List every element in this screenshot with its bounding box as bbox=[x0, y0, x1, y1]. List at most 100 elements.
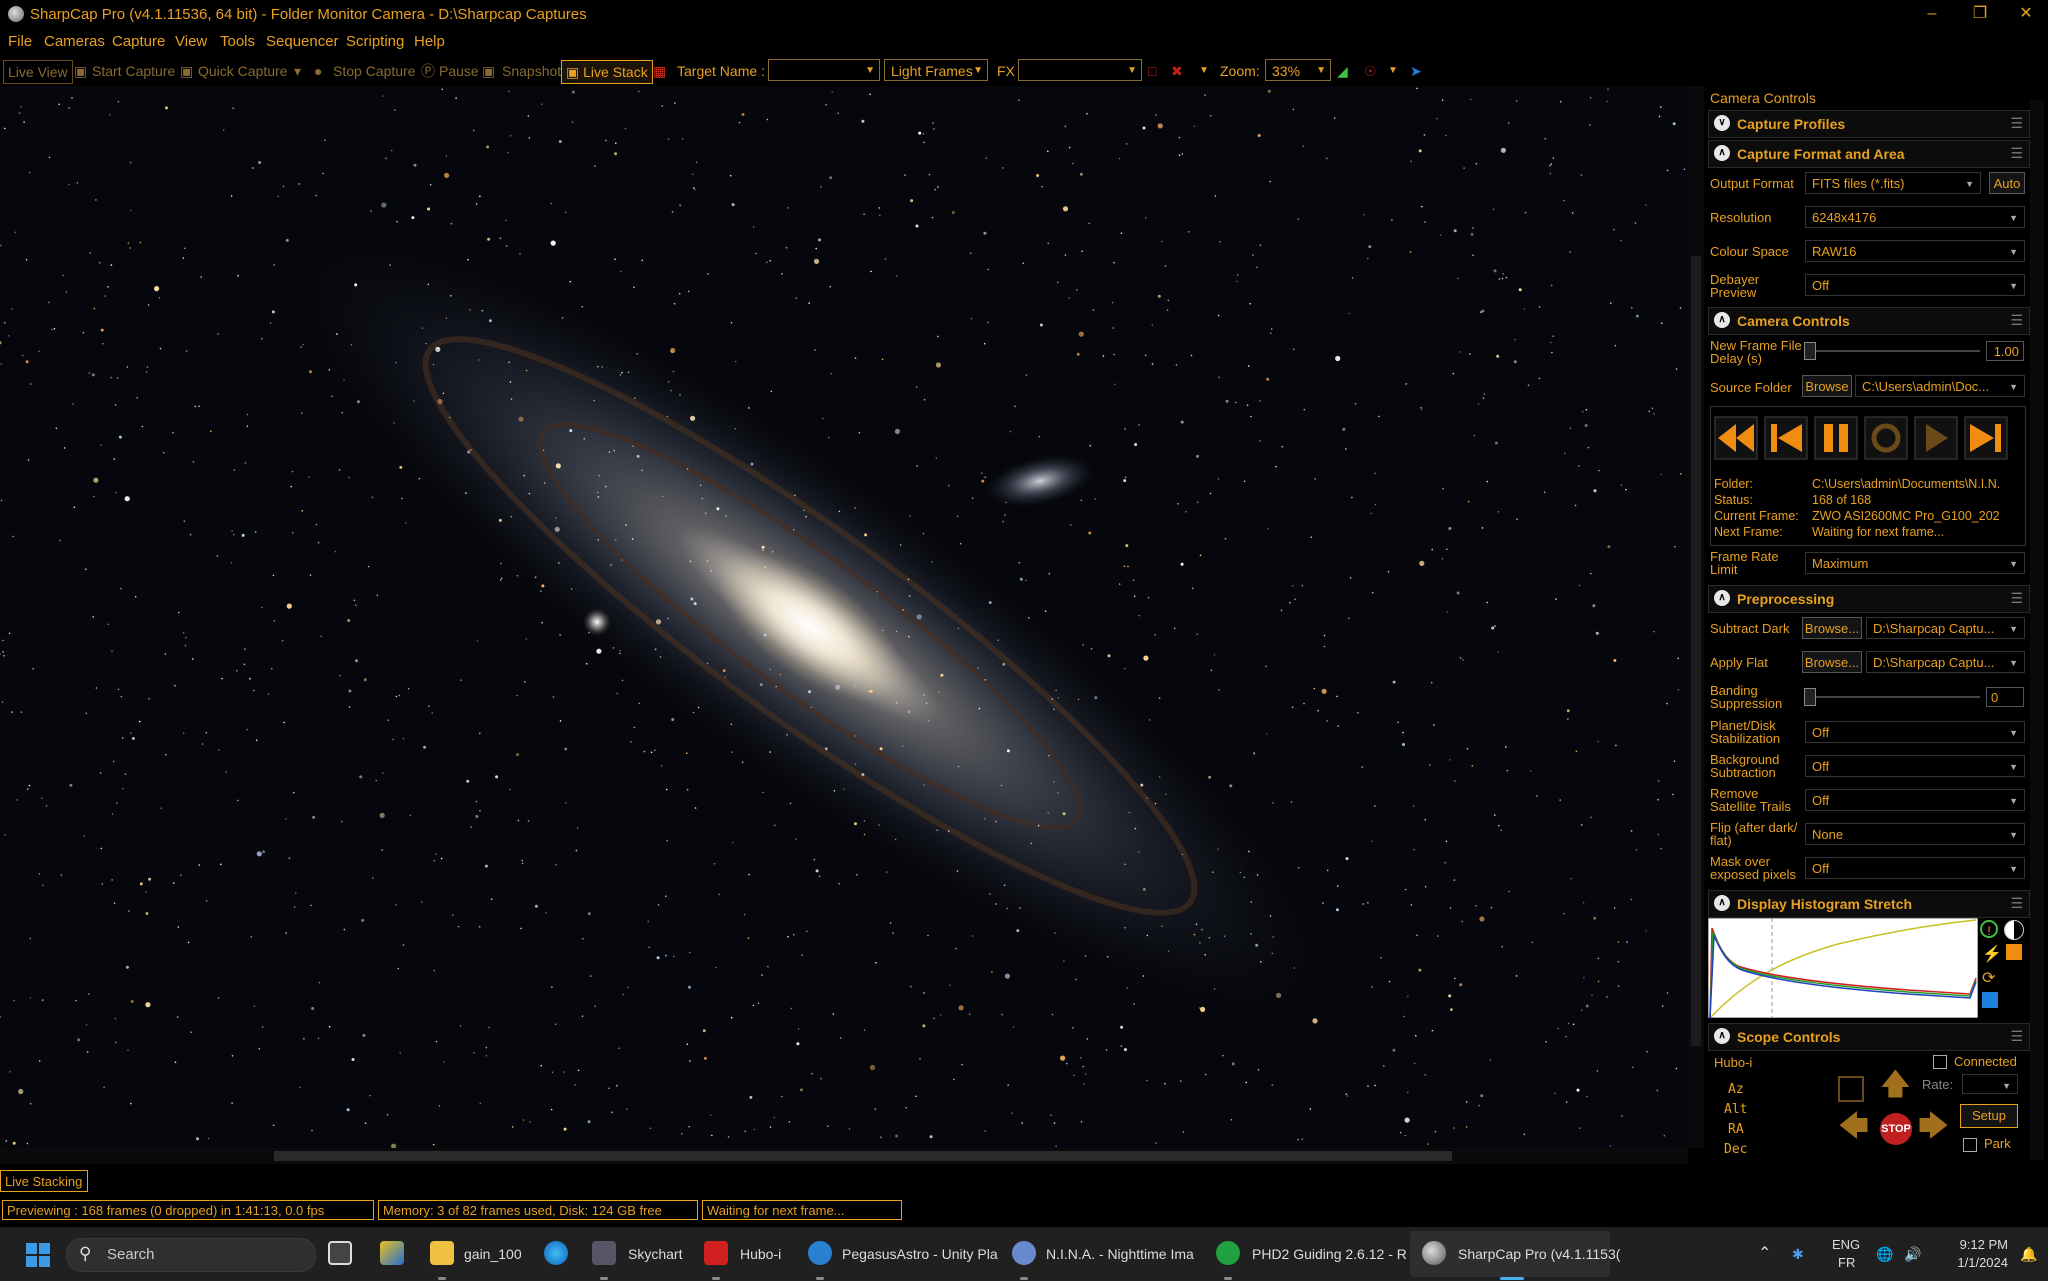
quick-capture-button[interactable]: Quick Capture bbox=[198, 60, 287, 82]
new-frame-delay-slider[interactable] bbox=[1808, 350, 1980, 352]
skip-forward-icon[interactable] bbox=[1964, 416, 2008, 460]
snapshot-button[interactable]: Snapshot bbox=[502, 60, 561, 82]
clock-date[interactable]: 1/1/2024 bbox=[1940, 1255, 2008, 1270]
taskbar-app-sharpcap[interactable]: SharpCap Pro (v4.1.1153( bbox=[1458, 1241, 1620, 1267]
focus-icon[interactable]: ☉ bbox=[1364, 60, 1377, 82]
language-fr[interactable]: FR bbox=[1838, 1255, 1855, 1270]
play-icon[interactable] bbox=[1914, 416, 1958, 460]
source-folder-select[interactable]: C:\Users\admin\Doc... ▼ bbox=[1855, 375, 2025, 397]
taskbar-search[interactable]: ⚲ Search bbox=[66, 1238, 316, 1272]
stop-capture-button[interactable]: Stop Capture bbox=[333, 60, 416, 82]
apply-flat-select[interactable]: D:\Sharpcap Captu... ▼ bbox=[1866, 651, 2025, 673]
menu-icon[interactable]: ☰ bbox=[2010, 590, 2023, 607]
planet-stabilization-select[interactable]: Off ▼ bbox=[1805, 721, 2025, 743]
menu-help[interactable]: Help bbox=[414, 33, 445, 50]
reset-stretch-icon[interactable]: ! bbox=[1980, 920, 1998, 938]
polar-align-icon[interactable]: ➤ bbox=[1410, 60, 1422, 82]
language-eng[interactable]: ENG bbox=[1832, 1237, 1860, 1252]
menu-icon[interactable]: ☰ bbox=[2010, 145, 2023, 162]
menu-file[interactable]: File bbox=[8, 33, 32, 50]
crosshair-dropdown-icon[interactable]: ▼ bbox=[1199, 60, 1209, 82]
taskbar-app-gain100[interactable]: gain_100 bbox=[464, 1241, 522, 1267]
frame-type-select[interactable]: Light Frames ▼ bbox=[884, 59, 988, 81]
zoom-select[interactable]: 33% ▼ bbox=[1265, 59, 1331, 81]
background-subtraction-select[interactable]: Off ▼ bbox=[1805, 755, 2025, 777]
pegasus-icon[interactable] bbox=[808, 1241, 832, 1265]
live-view-button[interactable]: Live View bbox=[3, 60, 73, 84]
windows-start-icon[interactable] bbox=[26, 1243, 50, 1267]
new-frame-delay-knob[interactable] bbox=[1804, 342, 1816, 360]
focus-dropdown-icon[interactable]: ▼ bbox=[1388, 60, 1398, 82]
live-stacking-tab[interactable]: Live Stacking bbox=[0, 1170, 88, 1192]
menu-tools[interactable]: Tools bbox=[220, 33, 255, 50]
horizontal-scrollbar[interactable] bbox=[0, 1148, 1688, 1164]
hubo-icon[interactable] bbox=[704, 1241, 728, 1265]
pause-button[interactable]: Pause bbox=[439, 60, 479, 82]
satellite-trails-select[interactable]: Off ▼ bbox=[1805, 789, 2025, 811]
notification-bell-icon[interactable]: 🔔 bbox=[2020, 1241, 2037, 1267]
scope-controls-header[interactable]: ∧ Scope Controls ☰ bbox=[1708, 1023, 2030, 1051]
minimize-button[interactable]: – bbox=[1912, 2, 1952, 26]
arrow-up-icon[interactable]: 🡅 bbox=[1880, 1070, 1911, 1100]
live-stack-button[interactable]: ▣ Live Stack bbox=[561, 60, 653, 84]
menu-scripting[interactable]: Scripting bbox=[346, 33, 404, 50]
banding-slider[interactable] bbox=[1808, 696, 1980, 698]
lock-icon[interactable] bbox=[2006, 944, 2022, 960]
subtract-dark-select[interactable]: D:\Sharpcap Captu... ▼ bbox=[1866, 617, 2025, 639]
auto-stretch-icon[interactable]: ⚡ bbox=[1982, 944, 2002, 964]
panel-scrollbar[interactable] bbox=[2030, 100, 2044, 1160]
restore-button[interactable]: ❐ bbox=[1960, 2, 2000, 26]
taskbar-app-phd2[interactable]: PHD2 Guiding 2.6.12 - R bbox=[1252, 1241, 1407, 1267]
setup-button[interactable]: Setup bbox=[1960, 1104, 2018, 1128]
image-viewport[interactable] bbox=[0, 86, 1688, 1148]
crosshair-icon[interactable]: ✖ bbox=[1171, 60, 1183, 82]
menu-icon[interactable]: ☰ bbox=[2010, 895, 2023, 912]
save-icon[interactable] bbox=[1982, 992, 1998, 1008]
banding-knob[interactable] bbox=[1804, 688, 1816, 706]
debayer-select[interactable]: Off ▼ bbox=[1805, 274, 2025, 296]
phd2-icon[interactable] bbox=[1216, 1241, 1240, 1265]
refresh-icon[interactable]: ⟳ bbox=[1982, 968, 1995, 988]
subtract-dark-browse-button[interactable]: Browse... bbox=[1802, 617, 1862, 639]
edge-browser-icon[interactable] bbox=[544, 1241, 568, 1265]
arrow-right-icon[interactable]: 🡆 bbox=[1918, 1112, 1949, 1142]
refresh-icon[interactable] bbox=[1864, 416, 1908, 460]
clock-time[interactable]: 9:12 PM bbox=[1948, 1237, 2008, 1252]
flip-select[interactable]: None ▼ bbox=[1805, 823, 2025, 845]
menu-capture[interactable]: Capture bbox=[112, 33, 165, 50]
menu-view[interactable]: View bbox=[175, 33, 207, 50]
banding-value[interactable]: 0 bbox=[1986, 687, 2024, 707]
skip-back-icon[interactable] bbox=[1764, 416, 1808, 460]
histogram-header[interactable]: ∧ Display Histogram Stretch ☰ bbox=[1708, 890, 2030, 918]
output-format-select[interactable]: FITS files (*.fits) ▼ bbox=[1805, 172, 1981, 194]
quick-capture-dropdown-icon[interactable]: ▾ bbox=[294, 60, 301, 82]
close-button[interactable]: ✕ bbox=[2006, 2, 2046, 26]
new-frame-delay-value[interactable]: 1.00 bbox=[1986, 341, 2024, 361]
rewind-icon[interactable] bbox=[1714, 416, 1758, 460]
capture-format-header[interactable]: ∧ Capture Format and Area ☰ bbox=[1708, 140, 2030, 168]
histogram-icon[interactable]: ◢ bbox=[1337, 60, 1348, 82]
target-name-input[interactable]: ▼ bbox=[768, 59, 880, 81]
vertical-scrollbar[interactable] bbox=[1688, 86, 1704, 1148]
sharpcap-icon[interactable] bbox=[1422, 1241, 1446, 1265]
pause-playback-icon[interactable] bbox=[1814, 416, 1858, 460]
mask-select[interactable]: Off ▼ bbox=[1805, 857, 2025, 879]
reticle-icon[interactable]: □ bbox=[1148, 60, 1156, 82]
capture-profiles-header[interactable]: ∨ Capture Profiles ☰ bbox=[1708, 110, 2030, 138]
stop-button[interactable]: STOP bbox=[1880, 1113, 1912, 1145]
menu-sequencer[interactable]: Sequencer bbox=[266, 33, 339, 50]
goto-icon[interactable] bbox=[1838, 1076, 1864, 1102]
widgets-icon[interactable] bbox=[380, 1241, 404, 1265]
frame-rate-select[interactable]: Maximum ▼ bbox=[1805, 552, 2025, 574]
taskbar-app-skychart[interactable]: Skychart bbox=[628, 1241, 682, 1267]
fx-select[interactable]: ▼ bbox=[1018, 59, 1142, 81]
auto-button[interactable]: Auto bbox=[1989, 172, 2025, 194]
chevron-up-icon[interactable]: ⌃ bbox=[1758, 1241, 1771, 1267]
connected-checkbox[interactable] bbox=[1933, 1055, 1947, 1069]
camera-controls-header[interactable]: ∧ Camera Controls ☰ bbox=[1708, 307, 2030, 335]
volume-icon[interactable]: 🔊 bbox=[1904, 1241, 1921, 1267]
file-explorer-icon[interactable] bbox=[430, 1241, 454, 1265]
apply-flat-browse-button[interactable]: Browse... bbox=[1802, 651, 1862, 673]
resolution-select[interactable]: 6248x4176 ▼ bbox=[1805, 206, 2025, 228]
rate-select[interactable]: ▼ bbox=[1962, 1074, 2018, 1094]
